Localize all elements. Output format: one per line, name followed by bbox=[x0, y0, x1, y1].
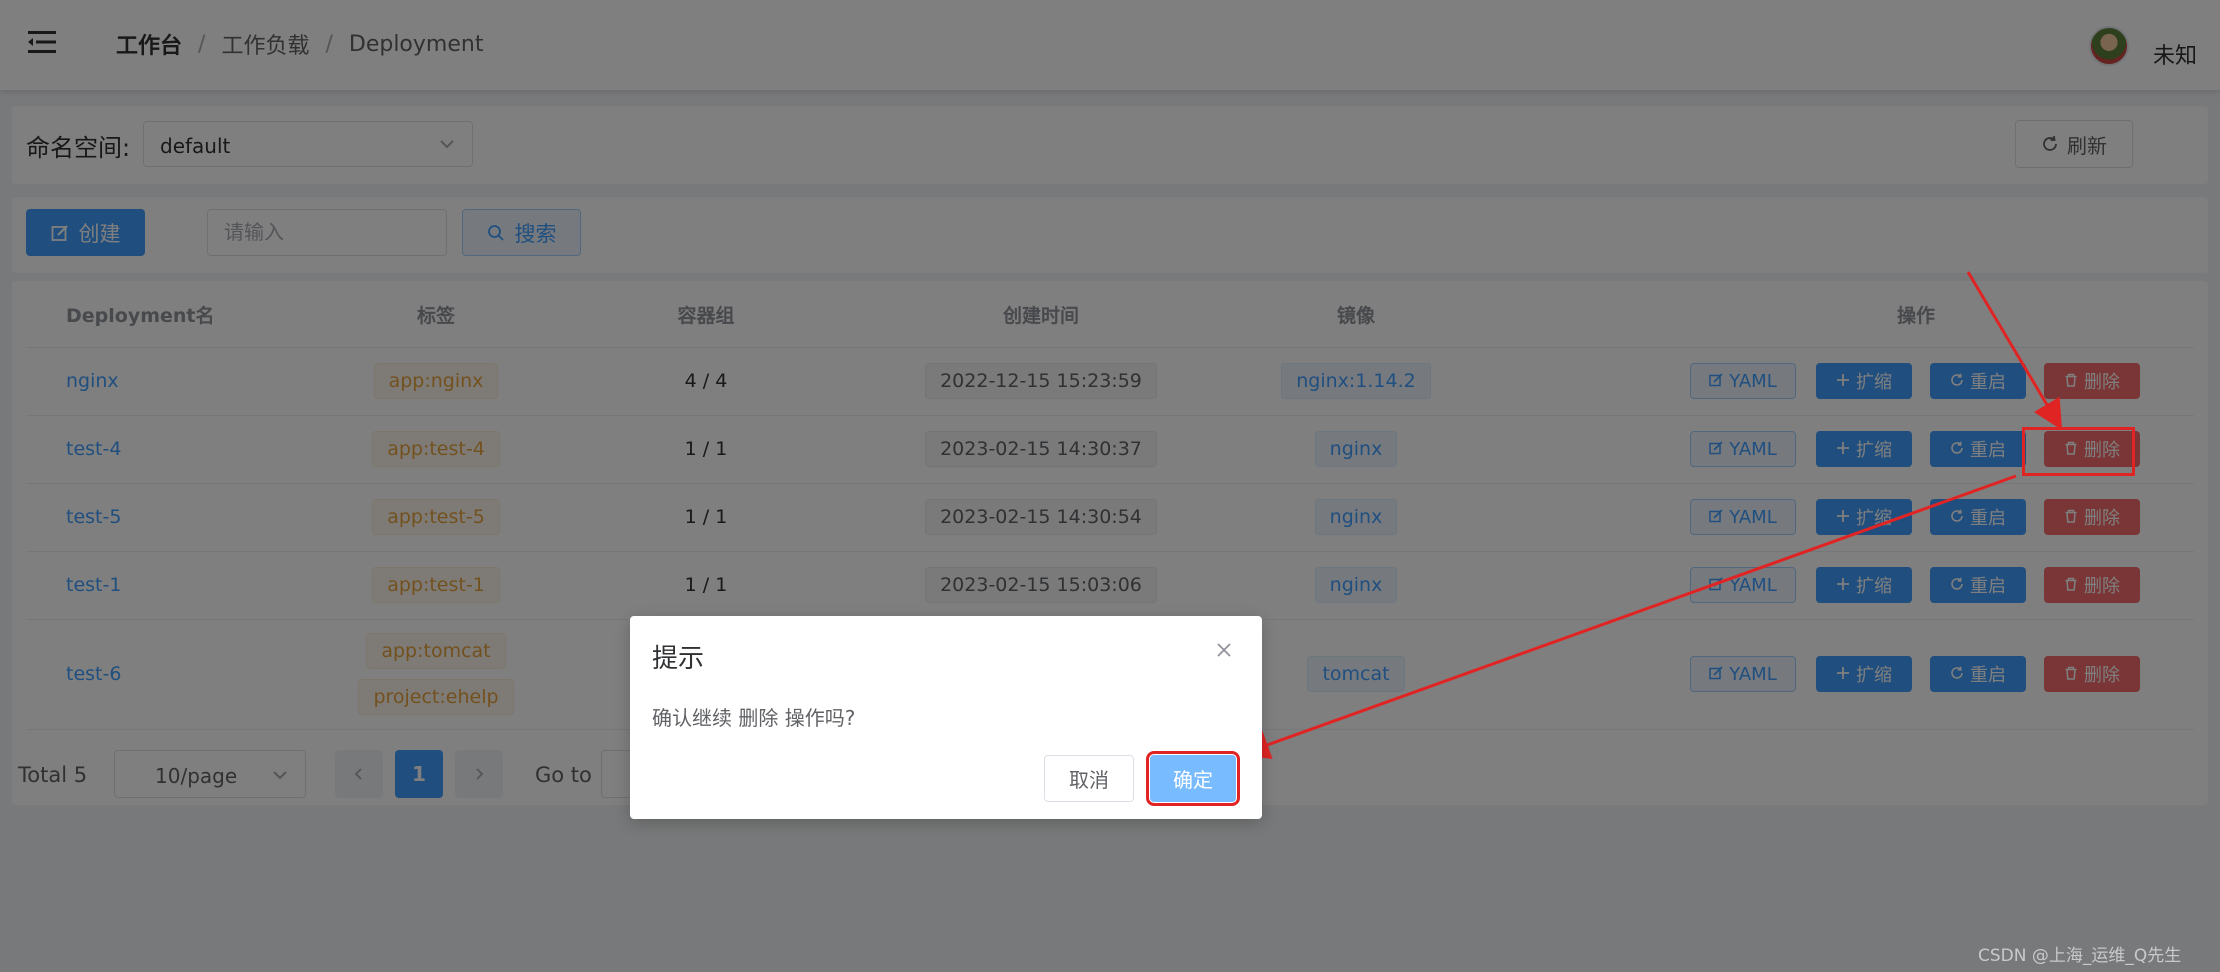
close-icon[interactable] bbox=[1214, 640, 1234, 660]
annotation-highlight-box bbox=[2022, 427, 2135, 476]
dialog-title: 提示 bbox=[652, 644, 705, 674]
confirm-dialog: 提示 确认继续 删除 操作吗? 取消 确定 bbox=[630, 616, 1262, 819]
modal-overlay[interactable] bbox=[0, 0, 2220, 972]
watermark: CSDN @上海_运维_Q先生 bbox=[1978, 946, 2182, 966]
cancel-button[interactable]: 取消 bbox=[1044, 755, 1134, 802]
dialog-message: 确认继续 删除 操作吗? bbox=[652, 706, 856, 730]
confirm-button[interactable]: 确定 bbox=[1146, 751, 1240, 806]
